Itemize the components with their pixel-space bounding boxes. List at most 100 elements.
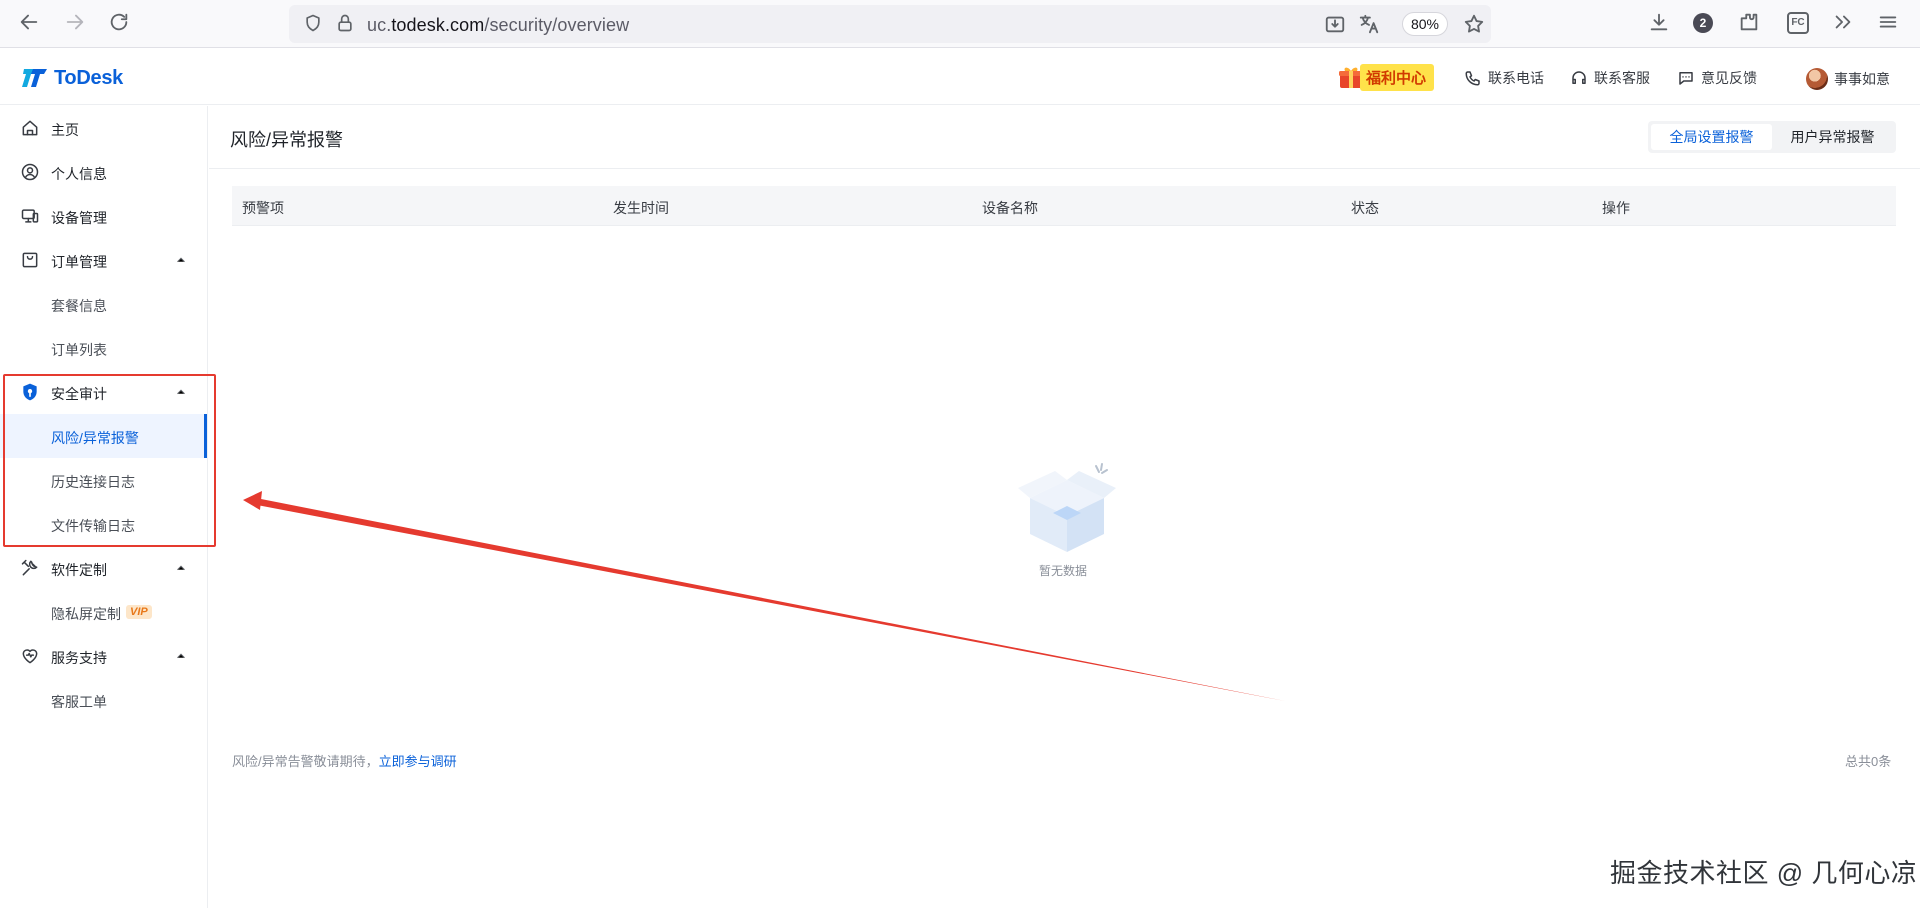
sidebar-item-label: 客服工单 [51, 694, 107, 710]
sidebar-item-label: 软件定制 [51, 562, 107, 578]
sidebar-item-label: 安全审计 [51, 386, 107, 402]
overflow-chevrons-icon[interactable] [1832, 11, 1854, 33]
sidebar-item-devices[interactable]: 设备管理 [0, 194, 207, 238]
tab-user-alerts[interactable]: 用户异常报警 [1772, 124, 1893, 150]
sidebar-item-file-transfer-log[interactable]: 文件传输日志 [0, 502, 207, 546]
sidebar-item-label: 文件传输日志 [51, 518, 135, 534]
todesk-logo-icon [22, 69, 47, 87]
lock-icon[interactable] [335, 13, 355, 33]
tab-global-alerts[interactable]: 全局设置报警 [1651, 124, 1772, 150]
tools-icon [21, 559, 38, 576]
sidebar-item-support[interactable]: 服务支持 [0, 634, 207, 678]
heart-icon [22, 649, 38, 664]
footer-note: 风险/异常告警敬请期待，立即参与调研 [232, 751, 457, 770]
url-host: todesk.com [391, 15, 485, 35]
user-name: 事事如意 [1834, 71, 1890, 87]
title-divider [209, 168, 1920, 169]
sidebar-item-orders[interactable]: 订单管理 [0, 238, 207, 282]
sidebar-item-profile[interactable]: 个人信息 [0, 150, 207, 194]
bookmark-star-icon[interactable] [1463, 13, 1485, 35]
sidebar-item-plan-info[interactable]: 套餐信息 [0, 282, 207, 326]
chevron-up-icon[interactable] [174, 649, 188, 663]
sidebar-item-label: 订单列表 [51, 342, 107, 358]
download-icon[interactable] [1648, 11, 1670, 33]
table-header: 预警项 发生时间 设备名称 状态 操作 [232, 186, 1896, 226]
sidebar-item-privacy-screen[interactable]: 隐私屏定制 VIP [0, 590, 207, 634]
user-menu[interactable]: 事事如意 [1806, 68, 1890, 90]
empty-box-icon [1018, 463, 1116, 552]
home-icon [22, 120, 38, 136]
welfare-label: 福利中心 [1360, 63, 1435, 91]
sidebar-item-risk-alerts[interactable]: 风险/异常报警 [0, 414, 207, 458]
sidebar-item-label: 订单管理 [51, 254, 107, 270]
feedback-link[interactable]: 意见反馈 [1677, 68, 1757, 88]
app-header: ToDesk 福利中心 联系电话 联系客服 意见反馈 事事如意 [0, 49, 1920, 105]
vip-badge: VIP [126, 605, 152, 619]
app-root: uc.todesk.com/security/overview 80% 2 FC… [0, 0, 1920, 908]
total-count: 总共0条 [1845, 754, 1892, 769]
active-indicator [204, 414, 207, 458]
translate-icon[interactable] [1358, 13, 1380, 35]
address-bar[interactable]: uc.todesk.com/security/overview 80% [289, 5, 1491, 43]
sidebar-item-tickets[interactable]: 客服工单 [0, 678, 207, 722]
chevron-up-icon[interactable] [174, 561, 188, 575]
install-download-icon[interactable] [1324, 13, 1346, 35]
avatar [1806, 68, 1828, 90]
notification-badge[interactable]: 2 [1693, 13, 1713, 33]
feedback-label: 意见反馈 [1701, 70, 1757, 86]
headset-icon [1572, 71, 1586, 84]
contact-phone-link[interactable]: 联系电话 [1464, 68, 1544, 88]
chevron-up-icon[interactable] [174, 385, 188, 399]
extension-fc-icon[interactable]: FC [1787, 12, 1809, 34]
sidebar-item-label: 风险/异常报警 [51, 430, 139, 446]
chevron-up-icon[interactable] [174, 253, 188, 267]
sidebar-item-label: 历史连接日志 [51, 474, 135, 490]
sidebar-item-customization[interactable]: 软件定制 [0, 546, 207, 590]
sidebar-item-order-list[interactable]: 订单列表 [0, 326, 207, 370]
reload-icon[interactable] [108, 11, 130, 33]
welfare-center-button[interactable]: 福利中心 [1338, 63, 1435, 91]
sidebar: 主页 个人信息 设备管理 订单管理 套餐信息 订单列表 安全审计 风险/异常报警 [0, 106, 208, 908]
user-circle-icon [21, 163, 39, 181]
feedback-chat-icon [1679, 72, 1693, 85]
browser-toolbar: uc.todesk.com/security/overview 80% 2 FC [0, 0, 1920, 48]
column-header-device: 设备名称 [982, 200, 1038, 216]
sidebar-item-label: 服务支持 [51, 650, 107, 666]
forward-arrow-icon[interactable] [64, 11, 86, 33]
devices-icon [21, 209, 39, 223]
column-header-alert-item: 预警项 [242, 200, 284, 216]
sidebar-item-connection-log[interactable]: 历史连接日志 [0, 458, 207, 502]
sidebar-item-security-audit[interactable]: 安全审计 [0, 370, 207, 414]
contact-service-label: 联系客服 [1594, 70, 1650, 86]
sidebar-item-label: 隐私屏定制 [51, 606, 121, 622]
url-text[interactable]: uc.todesk.com/security/overview [367, 15, 629, 36]
url-path: /security/overview [484, 15, 630, 35]
contact-phone-label: 联系电话 [1488, 70, 1544, 86]
sidebar-item-label: 套餐信息 [51, 298, 107, 314]
contact-service-link[interactable]: 联系客服 [1570, 68, 1650, 88]
zoom-level[interactable]: 80% [1402, 12, 1448, 36]
footer-note-text: 风险/异常告警敬请期待， [232, 754, 379, 769]
sidebar-item-label: 个人信息 [51, 166, 107, 182]
sidebar-item-home[interactable]: 主页 [0, 106, 207, 150]
alert-type-tabs: 全局设置报警 用户异常报警 [1648, 121, 1896, 153]
sidebar-item-label: 设备管理 [51, 210, 107, 226]
shield-icon[interactable] [303, 13, 323, 33]
back-arrow-icon[interactable] [18, 11, 40, 33]
shield-icon [23, 383, 37, 401]
column-header-status: 状态 [1351, 200, 1379, 216]
order-bag-icon [22, 252, 38, 268]
logo-text: ToDesk [54, 66, 123, 89]
arrow-shaft [256, 498, 1285, 701]
todesk-logo[interactable]: ToDesk [22, 65, 123, 91]
column-header-actions: 操作 [1602, 200, 1630, 216]
extensions-puzzle-icon[interactable] [1738, 11, 1760, 33]
survey-link[interactable]: 立即参与调研 [379, 754, 457, 769]
empty-state-text: 暂无数据 [1039, 564, 1088, 578]
column-header-time: 发生时间 [613, 200, 669, 216]
page-title: 风险/异常报警 [230, 130, 344, 150]
url-prefix: uc. [367, 15, 392, 35]
phone-icon [1465, 71, 1480, 86]
menu-icon[interactable] [1877, 11, 1899, 33]
sidebar-item-label: 主页 [51, 122, 79, 138]
